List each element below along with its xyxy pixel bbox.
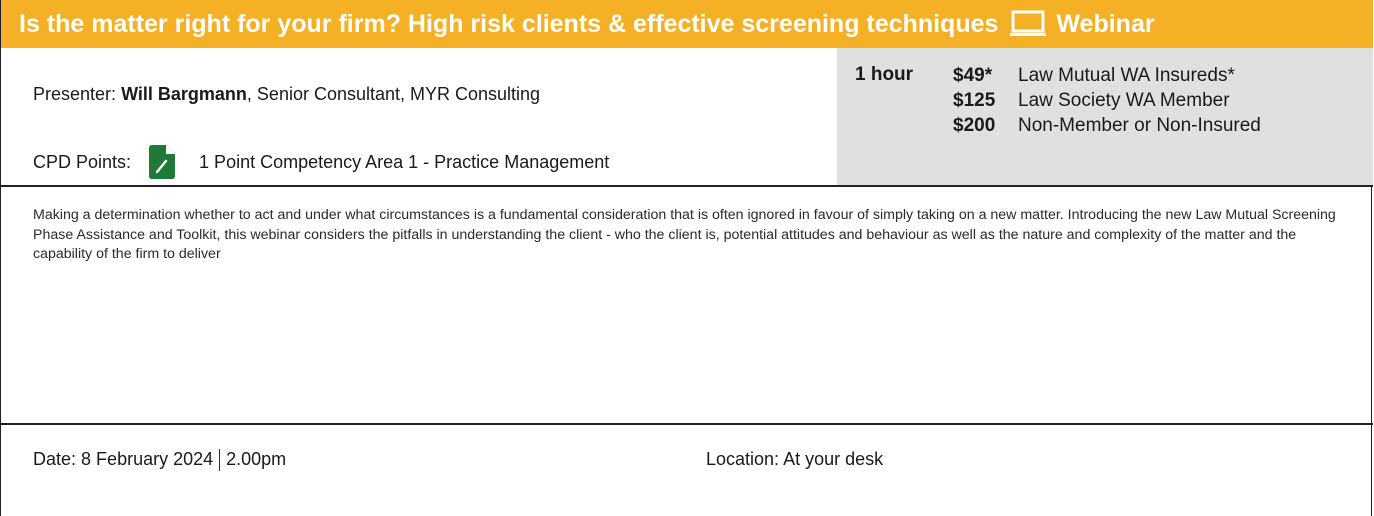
- price-audience: Non-Member or Non-Insured: [1018, 115, 1261, 136]
- event-title: Is the matter right for your firm? High …: [19, 9, 999, 38]
- event-footer: Date: 8 February 2024 2.00pm Location: At…: [1, 423, 1373, 516]
- document-icon: [149, 145, 176, 179]
- location-value: At your desk: [783, 449, 884, 469]
- cpd-value: 1 Point Competency Area 1 - Practice Man…: [199, 151, 610, 172]
- price-list: $49* Law Mutual WA Insureds* $125 Law So…: [953, 63, 1261, 138]
- presenter-label: Presenter:: [33, 84, 117, 104]
- location-line: Location: At your desk: [706, 449, 883, 470]
- price-amount: $125: [953, 90, 996, 111]
- price-amount: $49*: [953, 65, 993, 86]
- date-line: Date: 8 February 2024 2.00pm: [33, 449, 287, 472]
- price-row: $125 Law Society WA Member: [953, 88, 1261, 113]
- event-card: Is the matter right for your firm? High …: [0, 0, 1373, 516]
- presenter-role: , Senior Consultant, MYR Consulting: [246, 84, 541, 104]
- event-description: Making a determination whether to act an…: [33, 207, 1336, 262]
- event-details: Presenter: Will Bargmann, Senior Consult…: [1, 48, 1373, 187]
- event-header: Is the matter right for your firm? High …: [1, 0, 1373, 48]
- date-separator: [219, 449, 221, 472]
- duration: 1 hour: [855, 64, 914, 85]
- monitor-icon: [1010, 10, 1047, 36]
- price-audience: Law Mutual WA Insureds*: [1018, 65, 1235, 86]
- time-value: 2.00pm: [226, 449, 287, 469]
- price-row: $49* Law Mutual WA Insureds*: [953, 63, 1261, 88]
- date-label: Date:: [33, 449, 77, 469]
- pricing-panel: 1 hour $49* Law Mutual WA Insureds* $125…: [837, 48, 1373, 185]
- cpd-line: CPD Points: 1 Point Competency Area 1 - …: [33, 145, 609, 179]
- date-value: 8 February 2024: [81, 449, 214, 469]
- price-amount: $200: [953, 115, 996, 136]
- presenter-line: Presenter: Will Bargmann, Senior Consult…: [33, 84, 540, 105]
- price-audience: Law Society WA Member: [1018, 90, 1230, 111]
- event-type-tag: Webinar: [1056, 9, 1155, 38]
- cpd-label: CPD Points:: [33, 151, 132, 172]
- location-label: Location:: [706, 449, 780, 469]
- presenter-name: Will Bargmann: [121, 84, 247, 104]
- price-row: $200 Non-Member or Non-Insured: [953, 113, 1261, 138]
